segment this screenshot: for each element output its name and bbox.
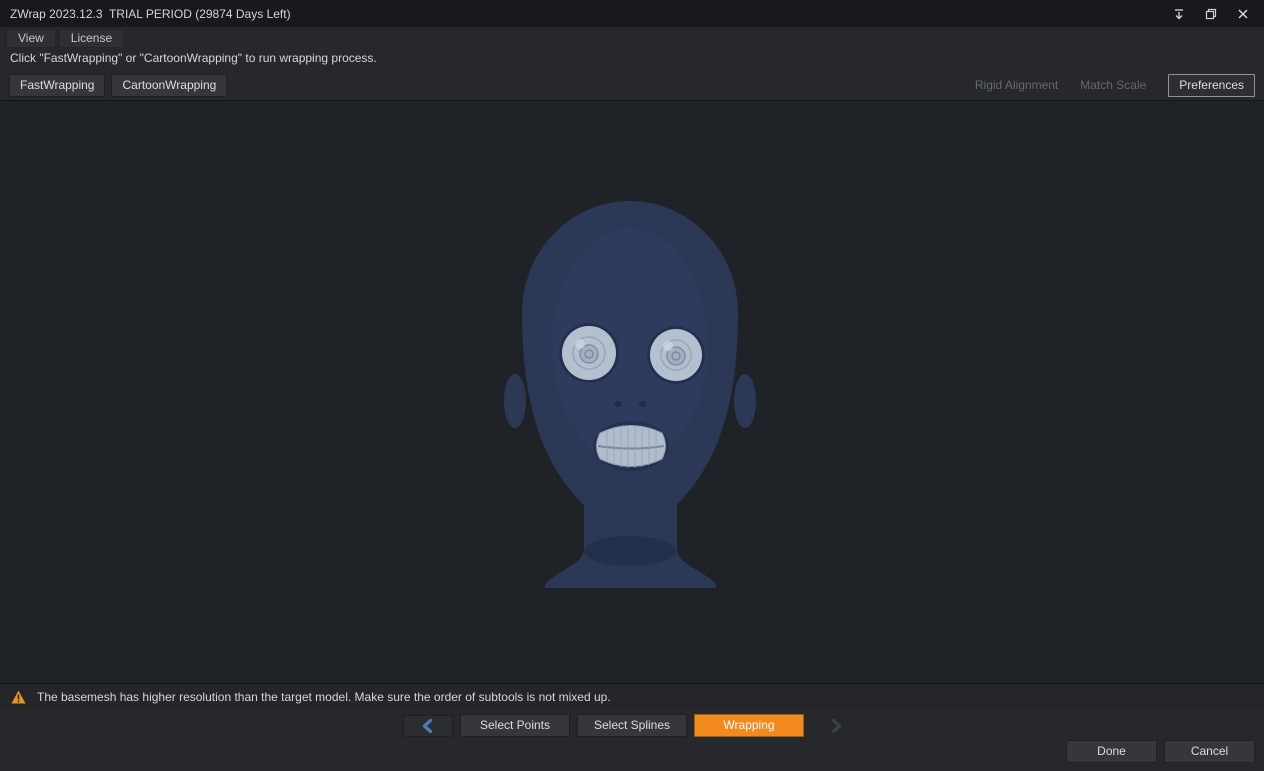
close-icon[interactable]	[1236, 7, 1250, 21]
warning-bar: The basemesh has higher resolution than …	[0, 685, 1264, 708]
window-controls	[1172, 7, 1254, 21]
toolbar: FastWrapping CartoonWrapping Rigid Align…	[0, 71, 1264, 99]
prev-step-button[interactable]	[403, 715, 453, 737]
rigid-alignment-button-disabled: Rigid Alignment	[975, 78, 1058, 92]
menu-view[interactable]: View	[6, 29, 56, 48]
titlebar[interactable]: ZWrap 2023.12.3 TRIAL PERIOD (29874 Days…	[0, 0, 1264, 27]
instruction-text: Click "FastWrapping" or "CartoonWrapping…	[10, 51, 377, 65]
menu-license[interactable]: License	[59, 29, 124, 48]
select-splines-button[interactable]: Select Splines	[577, 714, 687, 737]
preferences-button[interactable]: Preferences	[1168, 74, 1255, 97]
menubar: View License	[0, 27, 1264, 48]
zwrap-window: ZWrap 2023.12.3 TRIAL PERIOD (29874 Days…	[0, 0, 1264, 771]
fastwrapping-button[interactable]: FastWrapping	[9, 74, 105, 97]
done-button[interactable]: Done	[1066, 740, 1157, 763]
minimize-icon[interactable]	[1172, 7, 1186, 21]
warning-icon	[11, 690, 26, 704]
head-model	[0, 101, 1264, 685]
viewport-3d[interactable]	[0, 100, 1264, 684]
cancel-button[interactable]: Cancel	[1164, 740, 1255, 763]
warning-text: The basemesh has higher resolution than …	[37, 690, 611, 704]
chevron-right-icon	[829, 719, 843, 733]
restore-icon[interactable]	[1204, 7, 1218, 21]
window-title: ZWrap 2023.12.3 TRIAL PERIOD (29874 Days…	[10, 7, 291, 21]
next-step-button-disabled	[811, 715, 861, 737]
match-scale-button-disabled: Match Scale	[1080, 78, 1146, 92]
cartoonwrapping-button[interactable]: CartoonWrapping	[111, 74, 227, 97]
toolbar-right-group: Rigid Alignment Match Scale Preferences	[975, 74, 1255, 97]
footer-bar: Done Cancel	[1066, 740, 1255, 763]
select-points-button[interactable]: Select Points	[460, 714, 570, 737]
wrapping-button[interactable]: Wrapping	[694, 714, 804, 737]
chevron-left-icon	[421, 719, 435, 733]
toolbar-left-group: FastWrapping CartoonWrapping	[9, 74, 227, 97]
steps-bar: Select Points Select Splines Wrapping	[0, 713, 1264, 738]
